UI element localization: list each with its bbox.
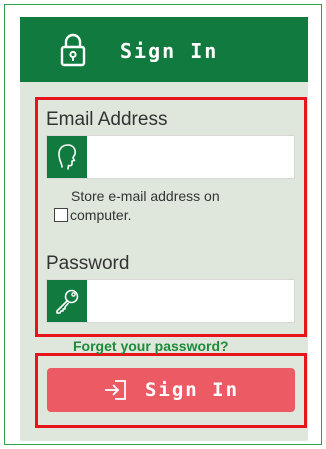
password-field-wrapper xyxy=(46,279,295,323)
email-label: Email Address xyxy=(46,109,168,130)
store-email-checkbox-label[interactable]: computer. xyxy=(70,207,131,223)
password-label: Password xyxy=(46,253,130,274)
email-field-wrapper xyxy=(46,135,295,179)
login-arrow-icon xyxy=(104,380,126,400)
sign-in-button[interactable]: Sign In xyxy=(47,368,295,412)
lock-icon xyxy=(60,33,86,67)
store-email-text: Store e-mail address on xyxy=(71,188,220,204)
email-input[interactable] xyxy=(89,136,294,178)
key-icon xyxy=(47,280,87,322)
forgot-password-link[interactable]: Forget your password? xyxy=(73,338,229,354)
password-input[interactable] xyxy=(89,280,294,322)
page-title: Sign In xyxy=(120,39,219,63)
user-head-icon xyxy=(47,136,87,178)
card-header: Sign In xyxy=(20,17,308,82)
store-email-checkbox[interactable] xyxy=(54,208,68,222)
sign-in-button-label: Sign In xyxy=(144,379,240,401)
